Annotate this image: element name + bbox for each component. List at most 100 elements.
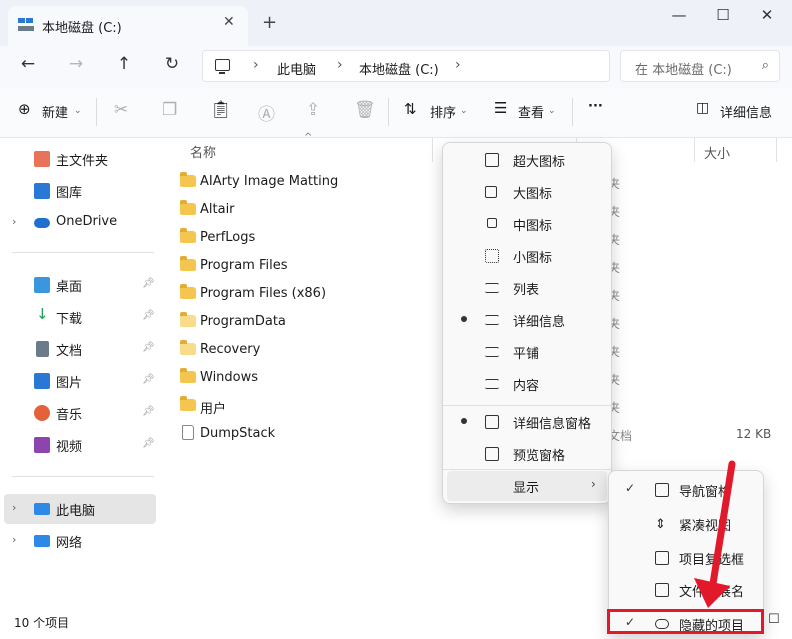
menu-item-content[interactable]: 内容 bbox=[447, 369, 607, 399]
file-name: Program Files (x86) bbox=[200, 286, 327, 301]
details-button[interactable]: 详细信息 bbox=[720, 102, 772, 121]
sidebar-item-downloads[interactable]: ↓ 下载 📌︎ bbox=[4, 302, 156, 332]
list-item[interactable]: PerfLogs bbox=[176, 224, 446, 252]
refresh-button[interactable]: ↻ bbox=[160, 54, 184, 78]
back-button[interactable]: ← bbox=[16, 54, 40, 78]
item-count: 10 个项目 bbox=[14, 616, 70, 630]
details-view-icon[interactable]: ☐ bbox=[768, 612, 780, 627]
menu-item-preview-pane[interactable]: 预览窗格 bbox=[447, 439, 607, 469]
pin-icon[interactable]: 📌︎ bbox=[142, 310, 155, 321]
breadcrumb-this-pc[interactable]: 此电脑 bbox=[277, 59, 316, 78]
menu-item-extra-large-icons[interactable]: 超大图标 bbox=[447, 145, 607, 175]
file-icon bbox=[182, 425, 194, 440]
new-tab-button[interactable]: + bbox=[262, 12, 277, 33]
pin-icon[interactable]: 📌︎ bbox=[142, 374, 155, 385]
search-input[interactable]: 在 本地磁盘 (C:) ⌕ bbox=[620, 50, 780, 82]
list-item[interactable]: Windows bbox=[176, 364, 446, 392]
sidebar-item-videos[interactable]: 视频 📌︎ bbox=[4, 430, 156, 460]
sidebar-item-label: OneDrive bbox=[56, 214, 118, 229]
column-name[interactable]: 名称 bbox=[190, 142, 216, 161]
menu-item-large-icons[interactable]: 大图标 bbox=[447, 177, 607, 207]
view-icon: ☰ bbox=[494, 99, 508, 117]
list-item[interactable]: DumpStack bbox=[176, 420, 446, 448]
pin-icon[interactable]: 📌︎ bbox=[142, 342, 155, 353]
view-button[interactable]: 查看 bbox=[518, 102, 544, 121]
breadcrumb-separator: › bbox=[455, 57, 461, 73]
minimize-button[interactable]: — bbox=[664, 6, 694, 28]
menu-item-show[interactable]: 显示 › bbox=[447, 471, 607, 501]
chevron-right-icon[interactable]: › bbox=[12, 215, 16, 228]
up-button[interactable]: ↑ bbox=[112, 54, 136, 78]
chevron-down-icon: ⌄ bbox=[548, 106, 556, 116]
column-size[interactable]: 大小 bbox=[704, 143, 730, 162]
close-window-button[interactable]: ✕ bbox=[752, 6, 782, 28]
menu-item-label: 内容 bbox=[513, 379, 540, 394]
list-item[interactable]: ProgramData bbox=[176, 308, 446, 336]
pin-icon[interactable]: 📌︎ bbox=[142, 438, 155, 449]
file-name: PerfLogs bbox=[200, 230, 256, 245]
sort-button[interactable]: 排序 bbox=[430, 102, 456, 121]
list-item[interactable]: Altair bbox=[176, 196, 446, 224]
check-icon: ✓ bbox=[625, 481, 636, 495]
breadcrumb-separator: › bbox=[253, 57, 259, 73]
menu-item-small-icons[interactable]: 小图标 bbox=[447, 241, 607, 271]
chevron-right-icon[interactable]: › bbox=[12, 501, 16, 514]
file-size: 12 KB bbox=[736, 427, 772, 441]
paste-icon[interactable]: 📋︎ bbox=[210, 100, 232, 120]
sidebar-item-pictures[interactable]: 图片 📌︎ bbox=[4, 366, 156, 396]
list-item[interactable]: Recovery bbox=[176, 336, 446, 364]
document-icon bbox=[36, 341, 49, 357]
sidebar-item-network[interactable]: › 网络 bbox=[4, 526, 156, 556]
sidebar-item-music[interactable]: 音乐 📌︎ bbox=[4, 398, 156, 428]
menu-item-label: 小图标 bbox=[513, 251, 553, 266]
folder-icon bbox=[180, 368, 196, 383]
sidebar-item-label: 主文件夹 bbox=[56, 154, 109, 169]
sidebar-item-gallery[interactable]: 图库 bbox=[4, 176, 156, 206]
menu-item-label: 预览窗格 bbox=[513, 449, 566, 464]
desktop-icon bbox=[34, 277, 50, 293]
menu-item-details[interactable]: 详细信息 bbox=[447, 305, 607, 335]
picture-icon bbox=[34, 373, 50, 389]
menu-item-tiles[interactable]: 平铺 bbox=[447, 337, 607, 367]
navigation-pane: 主文件夹 图库 › OneDrive 桌面 📌︎ ↓ 下载 📌︎ 文档 📌︎ 图… bbox=[0, 138, 160, 608]
chevron-right-icon[interactable]: › bbox=[12, 533, 16, 546]
list-item[interactable]: Program Files (x86) bbox=[176, 280, 446, 308]
sidebar-item-onedrive[interactable]: › OneDrive bbox=[4, 208, 156, 238]
list-item[interactable]: 用户 bbox=[176, 392, 446, 420]
cut-icon[interactable]: ✂ bbox=[114, 100, 128, 120]
forward-button[interactable]: → bbox=[64, 54, 88, 78]
sidebar-item-label: 下载 bbox=[56, 312, 83, 327]
address-bar[interactable]: › 此电脑 › 本地磁盘 (C:) › bbox=[202, 50, 610, 82]
sidebar-item-this-pc[interactable]: › 此电脑 bbox=[4, 494, 156, 524]
maximize-button[interactable]: ☐ bbox=[708, 6, 738, 28]
menu-item-label: 中图标 bbox=[513, 219, 553, 234]
list-item[interactable]: Program Files bbox=[176, 252, 446, 280]
pin-icon[interactable]: 📌︎ bbox=[142, 406, 155, 417]
menu-item-details-pane[interactable]: 详细信息窗格 bbox=[447, 407, 607, 437]
menu-item-list[interactable]: 列表 bbox=[447, 273, 607, 303]
list-item[interactable]: AIArty Image Matting bbox=[176, 168, 446, 196]
rename-icon[interactable]: Ⓐ bbox=[258, 100, 275, 125]
delete-icon[interactable]: 🗑︎ bbox=[354, 100, 376, 120]
folder-icon bbox=[180, 200, 196, 215]
pin-icon[interactable]: 📌︎ bbox=[142, 278, 155, 289]
menu-item-label: 大图标 bbox=[513, 187, 553, 202]
search-placeholder: 在 本地磁盘 (C:) bbox=[635, 63, 732, 78]
sidebar-item-home[interactable]: 主文件夹 bbox=[4, 144, 156, 174]
sidebar-item-desktop[interactable]: 桌面 📌︎ bbox=[4, 270, 156, 300]
sidebar-item-documents[interactable]: 文档 📌︎ bbox=[4, 334, 156, 364]
menu-item-medium-icons[interactable]: 中图标 bbox=[447, 209, 607, 239]
breadcrumb-separator: › bbox=[337, 57, 343, 73]
title-bar: 本地磁盘 (C:) ✕ + — ☐ ✕ bbox=[0, 0, 792, 46]
file-name: ProgramData bbox=[200, 314, 286, 329]
more-options-button[interactable]: ··· bbox=[588, 99, 603, 114]
copy-icon[interactable]: ❐ bbox=[162, 100, 177, 120]
cloud-icon bbox=[34, 218, 50, 228]
file-name: AIArty Image Matting bbox=[200, 174, 339, 189]
new-button[interactable]: 新建 bbox=[42, 102, 68, 121]
tab-local-disk[interactable]: 本地磁盘 (C:) ✕ bbox=[8, 6, 248, 46]
breadcrumb-local-disk[interactable]: 本地磁盘 (C:) bbox=[359, 59, 439, 78]
share-icon[interactable]: ⇪ bbox=[306, 100, 320, 120]
view-menu: 超大图标 大图标 中图标 小图标 列表 详细信息 平铺 内容 详细信息窗格 预览… bbox=[442, 142, 612, 504]
close-tab-icon[interactable]: ✕ bbox=[223, 14, 235, 30]
